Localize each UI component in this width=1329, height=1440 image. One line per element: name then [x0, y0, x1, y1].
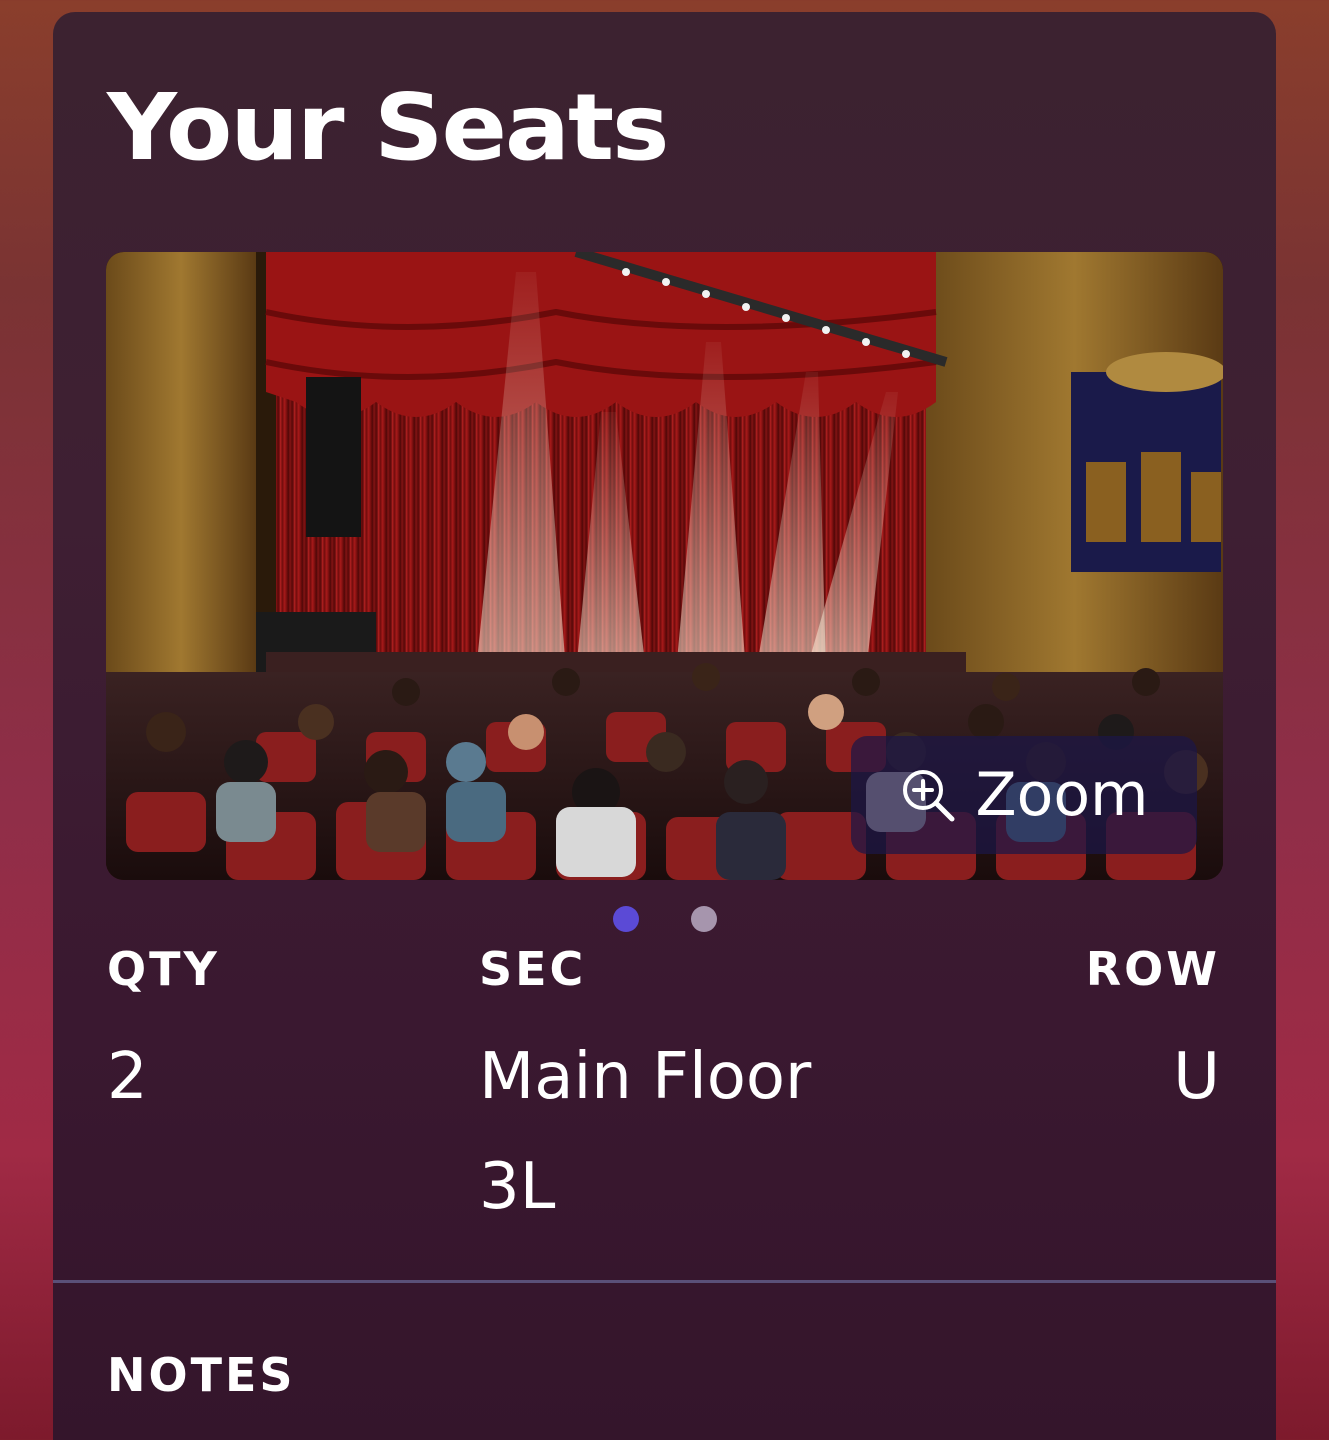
section-divider: [53, 1280, 1276, 1283]
notes-label: NOTES: [107, 1348, 296, 1402]
zoom-button[interactable]: Zoom: [851, 736, 1197, 854]
sec-value-line2: 3L: [479, 1150, 556, 1224]
gallery-dot-1[interactable]: [612, 906, 639, 932]
venue-view-image[interactable]: Zoom: [106, 252, 1223, 880]
sec-value-line1: Main Floor: [479, 1040, 812, 1114]
row-value: U: [1173, 1040, 1220, 1114]
qty-value: 2: [107, 1040, 148, 1114]
zoom-in-icon: [902, 770, 955, 822]
zoom-label: Zoom: [975, 760, 1149, 830]
gallery-pagination: [53, 906, 1276, 932]
seats-card: Your Seats Zoom QTY 2 SEC Main Floor 3L …: [53, 12, 1276, 1440]
sec-label: SEC: [479, 942, 587, 996]
page-title: Your Seats: [107, 74, 670, 181]
gallery-dot-2[interactable]: [690, 906, 717, 932]
row-label: ROW: [1085, 942, 1220, 996]
qty-label: QTY: [107, 942, 220, 996]
